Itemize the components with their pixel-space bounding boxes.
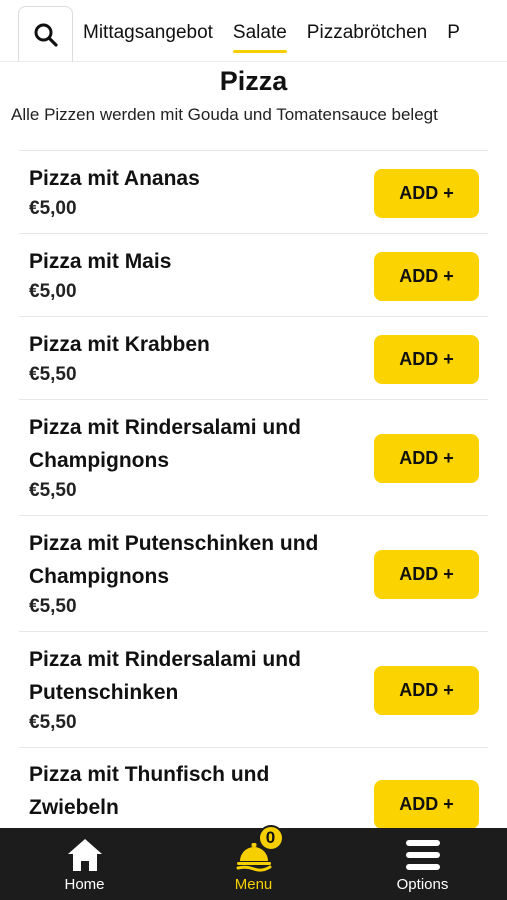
item-name: Pizza mit Thunfisch und Zwiebeln	[29, 763, 270, 819]
item-name: Pizza mit Putenschinken und Champignons	[29, 532, 319, 588]
menu-item[interactable]: Pizza mit Krabben €5,50 ADD +	[19, 317, 488, 400]
cloche-icon: 0	[234, 825, 284, 873]
item-name: Pizza mit Rindersalami und Champignons	[29, 416, 301, 472]
tab-salate[interactable]: Salate	[232, 17, 287, 53]
hamburger-icon	[405, 833, 441, 873]
menu-item[interactable]: Pizza mit Putenschinken und Champignons …	[19, 516, 488, 632]
add-button[interactable]: ADD +	[374, 169, 479, 218]
tab-pizza[interactable]: P	[447, 17, 460, 45]
nav-menu-label: Menu	[234, 876, 273, 893]
menu-item[interactable]: Pizza mit Thunfisch und Zwiebeln ADD +	[19, 748, 488, 838]
add-button[interactable]: ADD +	[374, 666, 479, 715]
item-price: €5,00	[29, 281, 77, 302]
section-title: Pizza	[219, 66, 288, 96]
item-price: €5,50	[29, 480, 77, 501]
cart-count-badge: 0	[257, 825, 284, 851]
search-icon	[34, 23, 58, 47]
add-button[interactable]: ADD +	[374, 252, 479, 301]
nav-options[interactable]: Options	[338, 828, 507, 900]
nav-home-label: Home	[64, 876, 105, 893]
add-button[interactable]: ADD +	[374, 550, 479, 599]
tab-pizzabroetchen[interactable]: Pizzabrötchen	[307, 17, 427, 45]
nav-menu[interactable]: 0 Menu	[169, 825, 338, 900]
home-icon	[66, 833, 104, 873]
tab-mittagsangebot[interactable]: Mittagsangebot	[83, 17, 213, 45]
bottom-navigation: Home 0 Menu Options	[0, 825, 507, 900]
item-price: €5,00	[29, 198, 77, 219]
item-price: €5,50	[29, 596, 77, 617]
menu-item[interactable]: Pizza mit Rindersalami und Putenschinken…	[19, 632, 488, 748]
menu-item[interactable]: Pizza mit Mais €5,00 ADD +	[19, 234, 488, 317]
item-price: €5,50	[29, 364, 77, 385]
item-name: Pizza mit Krabben	[29, 333, 210, 356]
nav-home[interactable]: Home	[0, 828, 169, 900]
item-name: Pizza mit Mais	[29, 250, 172, 273]
add-button[interactable]: ADD +	[374, 335, 479, 384]
section-description: Alle Pizzen werden mit Gouda und Tomaten…	[11, 105, 438, 124]
add-button[interactable]: ADD +	[374, 780, 479, 829]
nav-options-label: Options	[396, 876, 449, 893]
item-name: Pizza mit Rindersalami und Putenschinken	[29, 648, 301, 704]
search-button[interactable]	[18, 6, 73, 61]
add-button[interactable]: ADD +	[374, 434, 479, 483]
category-bar: Mittagsangebot Salate Pizzabrötchen P	[0, 0, 507, 62]
item-name: Pizza mit Ananas	[29, 167, 200, 190]
item-price: €5,50	[29, 712, 77, 733]
menu-item[interactable]: Pizza mit Rindersalami und Champignons €…	[19, 400, 488, 516]
menu-item-list: Pizza mit Ananas €5,00 ADD + Pizza mit M…	[19, 150, 488, 838]
category-tabs: Mittagsangebot Salate Pizzabrötchen P	[83, 0, 480, 61]
menu-item[interactable]: Pizza mit Ananas €5,00 ADD +	[19, 151, 488, 234]
